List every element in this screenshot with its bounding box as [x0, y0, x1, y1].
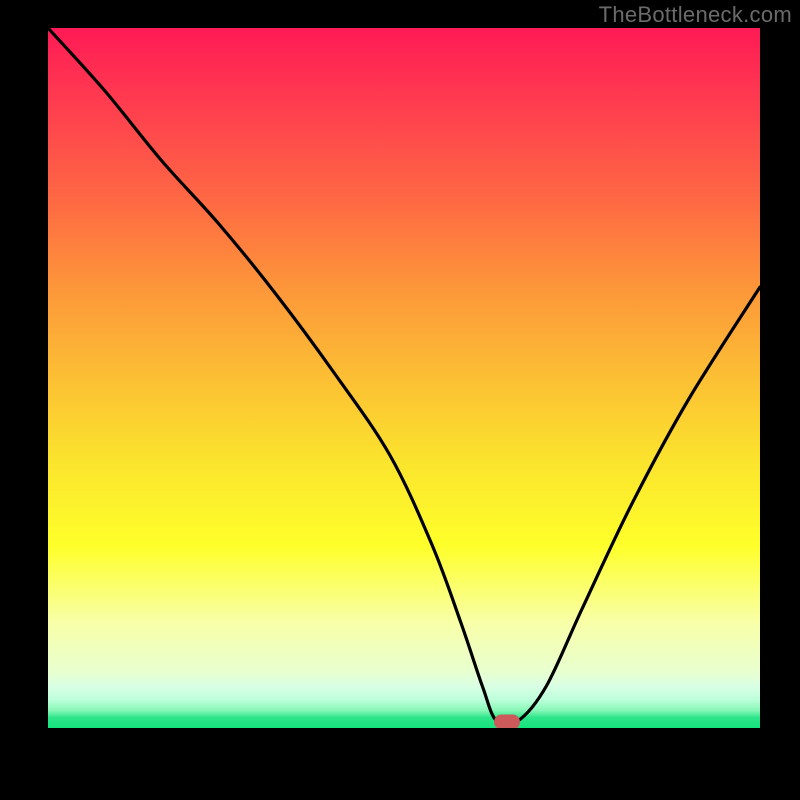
frame-left: [0, 0, 48, 800]
frame-bottom: [0, 728, 800, 800]
frame-right: [760, 0, 800, 800]
optimum-marker: [494, 715, 520, 728]
plot-area: [48, 28, 760, 728]
bottleneck-curve: [48, 28, 760, 728]
watermark-text: TheBottleneck.com: [599, 2, 792, 28]
